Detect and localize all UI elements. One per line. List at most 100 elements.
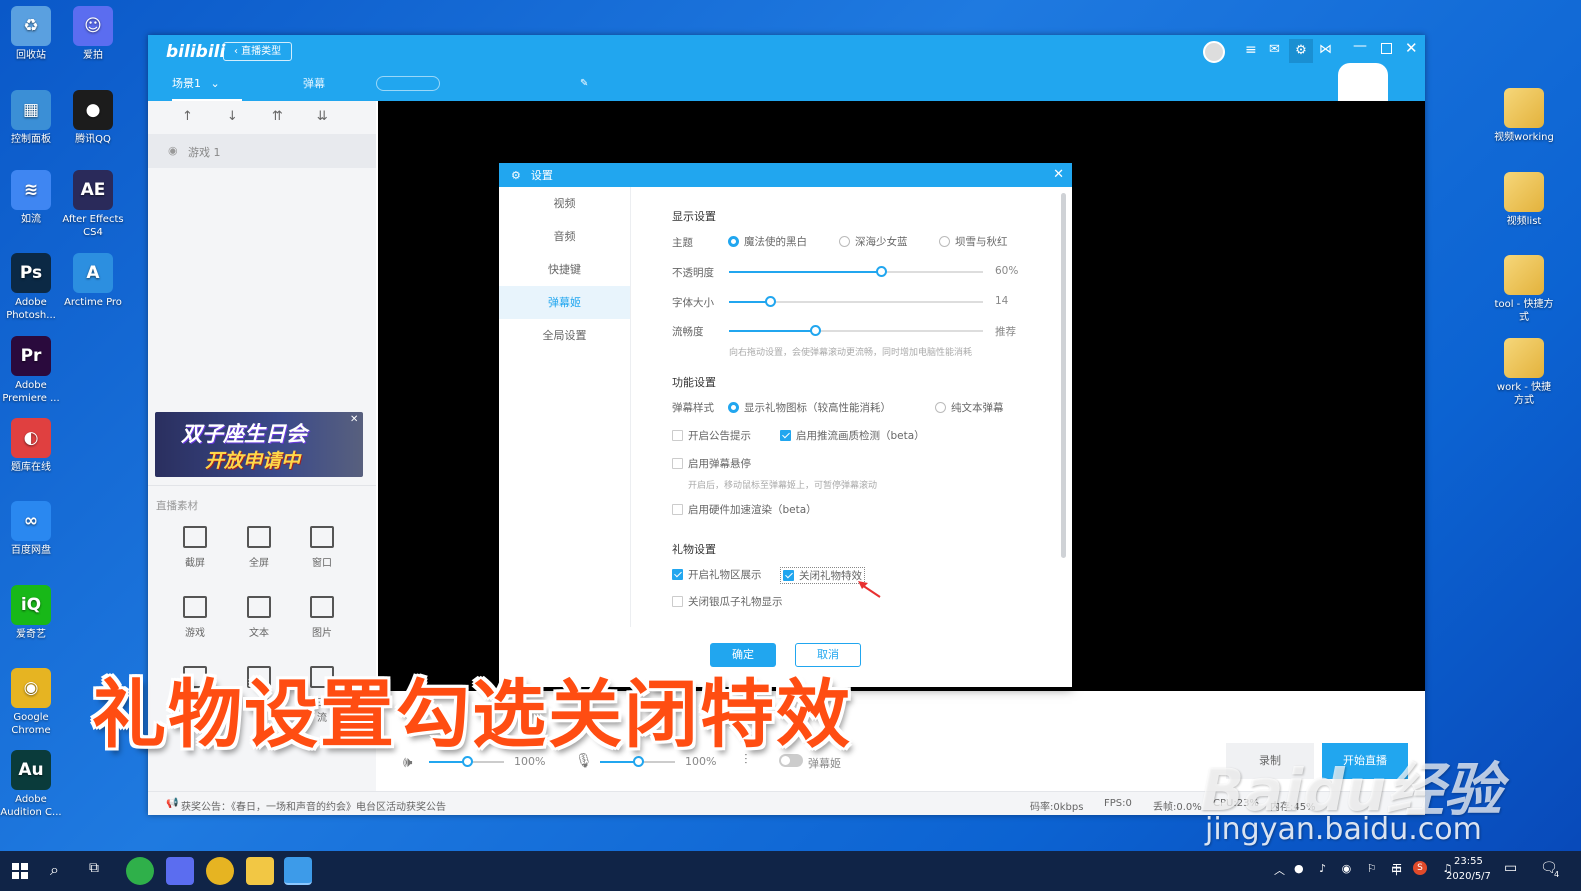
- desktop-note-icon[interactable]: ▭: [1504, 860, 1517, 876]
- dialog-nav-item[interactable]: 音频: [499, 220, 630, 253]
- smoothness-slider[interactable]: [729, 325, 983, 336]
- dialog-nav-item[interactable]: 全局设置: [499, 319, 630, 352]
- promo-banner[interactable]: 双子座生日会 开放申请中 ✕: [155, 412, 363, 477]
- smoothness-hint: 向右拖动设置，会使弹幕滚动更流畅，同时增加电脑性能消耗: [729, 348, 973, 358]
- fontsize-knob[interactable]: [764, 296, 776, 307]
- desktop-icon[interactable]: ∞ 百度网盘: [0, 501, 62, 557]
- desktop-icon[interactable]: ● 腾讯QQ: [62, 90, 124, 146]
- move-top-icon[interactable]: ⇈: [272, 109, 317, 124]
- gear-icon[interactable]: ⚙: [1289, 39, 1313, 63]
- ime-indicator[interactable]: 中: [1391, 862, 1402, 878]
- desktop-icon[interactable]: A Arctime Pro: [62, 253, 124, 309]
- search-icon[interactable]: ⌕: [50, 860, 59, 880]
- desktop-icon[interactable]: ◐ 题库在线: [0, 418, 62, 474]
- task-view-icon[interactable]: ⧉: [89, 860, 99, 876]
- theme-option-2[interactable]: 深海少女蓝: [839, 234, 908, 249]
- desktop-icon[interactable]: ☺ 爱拍: [62, 6, 124, 62]
- desktop-icon-label: 如流: [21, 214, 41, 225]
- minimize-icon[interactable]: —: [1353, 38, 1367, 54]
- live-type-button[interactable]: ‹ 直播类型: [223, 42, 293, 61]
- avatar[interactable]: [1203, 41, 1225, 63]
- checkbox-gift-area[interactable]: 开启礼物区展示: [672, 567, 762, 582]
- taskbar-app-icon[interactable]: [126, 857, 154, 885]
- theme-option-3[interactable]: 坝雪与秋红: [939, 234, 1008, 249]
- windows-start-icon[interactable]: [12, 863, 28, 879]
- eye-icon[interactable]: ◉: [168, 144, 178, 157]
- desktop-icon[interactable]: 视频list: [1493, 172, 1555, 228]
- checkbox-danmaku-pause[interactable]: 启用弹幕悬停: [672, 456, 751, 471]
- theme-option-1[interactable]: 魔法使的黑白: [728, 234, 807, 249]
- edit-icon[interactable]: ✎: [580, 78, 588, 89]
- checkbox-gift-effect[interactable]: 关闭礼物特效: [780, 567, 865, 584]
- dialog-nav-item[interactable]: 快捷键: [499, 253, 630, 286]
- fontsize-slider[interactable]: [729, 296, 983, 307]
- taskbar-aipai-icon[interactable]: [166, 857, 194, 885]
- desktop-icon[interactable]: work - 快捷方式: [1493, 338, 1555, 407]
- desktop-icon[interactable]: iQ 爱奇艺: [0, 585, 62, 641]
- checkbox-notice[interactable]: 开启公告提示: [672, 428, 751, 443]
- style-option-gift-icon[interactable]: 显示礼物图标（较高性能消耗）: [728, 400, 891, 415]
- menu-icon[interactable]: ≡: [1245, 42, 1257, 58]
- status-notice[interactable]: 获奖公告：《春日，一场和声音的约会》电台区活动获奖公告: [181, 798, 446, 813]
- nav-divider: [630, 187, 631, 627]
- tool-crop[interactable]: 截屏: [171, 526, 219, 569]
- opacity-knob[interactable]: [876, 266, 888, 277]
- dialog-nav-item[interactable]: 弹幕姬: [499, 286, 630, 319]
- checkbox-hardware-accel[interactable]: 启用硬件加速渲染（beta）: [672, 502, 817, 517]
- checkbox-stream-quality[interactable]: 启用推流画质检测（beta）: [780, 428, 925, 443]
- move-bottom-icon[interactable]: ⇊: [317, 109, 362, 124]
- source-item[interactable]: ◉ 游戏 1: [148, 134, 376, 168]
- desktop-icon[interactable]: tool - 快捷方式: [1493, 255, 1555, 324]
- smoothness-knob[interactable]: [810, 325, 822, 336]
- tool-image[interactable]: 图片: [298, 596, 346, 639]
- tab-scene-1[interactable]: 场景1 ⌄: [172, 75, 242, 101]
- taskbar-explorer-icon[interactable]: [246, 857, 274, 885]
- style-option-plain-text[interactable]: 纯文本弹幕: [935, 400, 1004, 415]
- premiere-icon: Pr: [11, 336, 51, 376]
- banner-subtitle: 开放申请中: [205, 450, 301, 472]
- status-fps: FPS:0: [1104, 798, 1132, 809]
- opacity-slider[interactable]: [729, 266, 983, 277]
- dialog-scrollbar[interactable]: [1061, 193, 1066, 558]
- banner-close-icon[interactable]: ✕: [350, 414, 358, 425]
- close-icon[interactable]: ✕: [1405, 39, 1418, 57]
- tab-danmaku[interactable]: 弹幕: [303, 75, 325, 91]
- tray-icons[interactable]: ● ♪ ◉ ⚐ ☰ ◠ ♫: [1294, 862, 1458, 875]
- taskbar-bilibili-icon[interactable]: [284, 857, 312, 885]
- tray-chevron-icon[interactable]: ︿: [1274, 862, 1285, 878]
- desktop-icon-label: 视频working: [1494, 132, 1554, 143]
- desktop-icon-label: work - 快捷方式: [1496, 382, 1552, 406]
- tutorial-caption: 礼物设置勾选关闭特效: [92, 672, 852, 758]
- desktop-icon[interactable]: ◉ Google Chrome: [0, 668, 62, 737]
- move-down-icon[interactable]: ↓: [227, 109, 272, 124]
- desktop-icon[interactable]: ≋ 如流: [0, 170, 62, 226]
- dialog-nav-item[interactable]: 视频: [499, 187, 630, 220]
- folder-shortcut-icon: [1504, 255, 1544, 295]
- dialog-close-icon[interactable]: ✕: [1053, 167, 1064, 182]
- mail-icon[interactable]: ✉: [1269, 42, 1280, 57]
- after-effects-icon: AE: [73, 170, 113, 210]
- fontsize-value: 14: [995, 295, 1009, 307]
- taskbar-chrome-icon[interactable]: [206, 857, 234, 885]
- desktop-icon[interactable]: 视频working: [1493, 88, 1555, 144]
- move-up-icon[interactable]: ↑: [182, 109, 227, 124]
- checkbox-silver-melon[interactable]: 关闭银瓜子礼物显示: [672, 594, 783, 609]
- room-title-input[interactable]: [376, 76, 440, 91]
- tool-text[interactable]: 文本: [235, 596, 283, 639]
- materials-title: 直播素材: [156, 500, 198, 512]
- opacity-value: 60%: [995, 265, 1019, 277]
- tool-monitor[interactable]: 全屏: [235, 526, 283, 569]
- desktop-icon[interactable]: ▦ 控制面板: [0, 90, 62, 146]
- maximize-icon[interactable]: [1381, 43, 1392, 54]
- desktop-icon[interactable]: Ps Adobe Photosh...: [0, 253, 62, 322]
- sogou-icon[interactable]: S: [1413, 861, 1427, 875]
- clock[interactable]: 23:55 2020/5/7: [1446, 854, 1491, 884]
- tool-gamepad[interactable]: 游戏: [171, 596, 219, 639]
- desktop-icon[interactable]: Pr Adobe Premiere ...: [0, 336, 62, 405]
- desktop-icon[interactable]: ♻ 回收站: [0, 6, 62, 62]
- desktop-icon[interactable]: Au Adobe Audition C...: [0, 750, 62, 819]
- desktop-icon[interactable]: AE After Effects CS4: [62, 170, 124, 239]
- desktop-icon-label: 控制面板: [11, 134, 51, 145]
- share-icon[interactable]: ⋈: [1319, 42, 1332, 57]
- tool-window[interactable]: 窗口: [298, 526, 346, 569]
